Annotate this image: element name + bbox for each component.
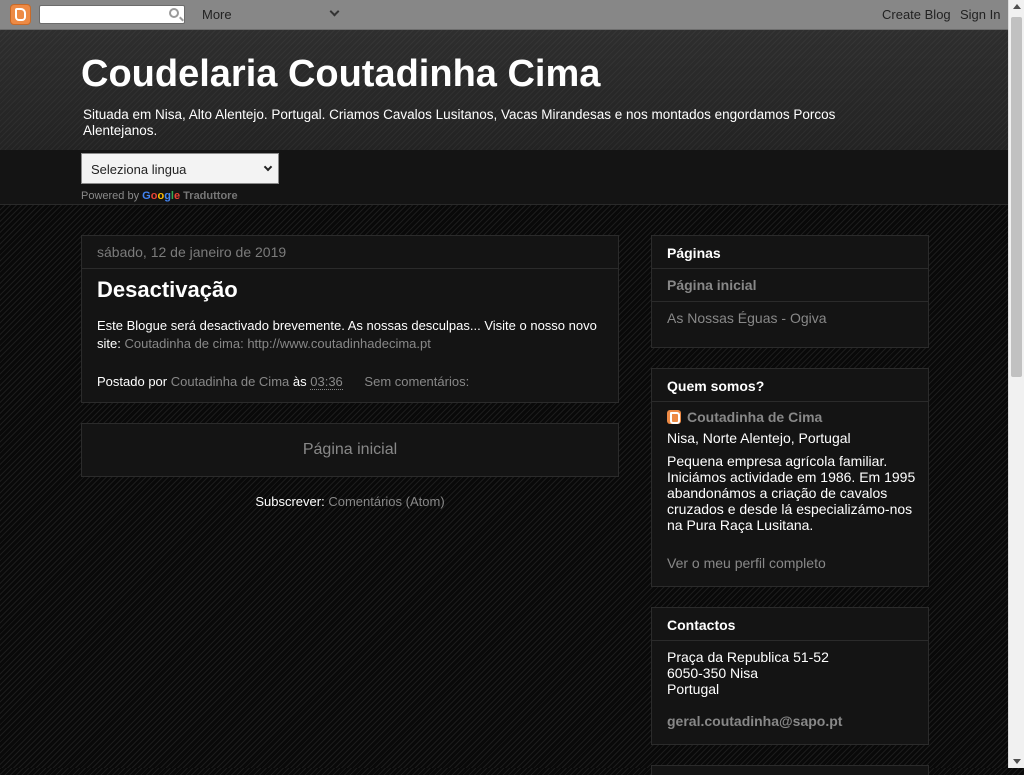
contact-address-line3: Portugal (667, 681, 720, 697)
chevron-down-icon[interactable] (329, 6, 340, 17)
comments-link[interactable]: Sem comentários: (364, 374, 469, 389)
chevron-down-icon (263, 162, 273, 172)
profile-location: Nisa, Norte Alentejo, Portugal (667, 430, 851, 446)
home-link[interactable]: Página inicial (303, 441, 397, 458)
blogger-profile-icon (667, 410, 681, 424)
contact-email-link[interactable]: geral.coutadinha@sapo.pt (667, 713, 842, 729)
post-time-link[interactable]: 03:36 (310, 374, 343, 390)
blog-description: Situada em Nisa, Alto Alentejo. Portugal… (83, 107, 836, 138)
google-logo[interactable]: Google (142, 190, 180, 202)
about-widget: Quem somos? Coutadinha de Cima Nisa, Nor… (651, 368, 929, 587)
at-label: às (292, 374, 307, 389)
create-blog-link[interactable]: Create Blog (882, 7, 951, 22)
next-widget-edge (651, 765, 929, 775)
contact-address-line2: 6050-350 Nisa (667, 665, 759, 681)
traduttore-link[interactable]: Traduttore (183, 190, 237, 202)
scroll-down-arrow-icon[interactable] (1013, 759, 1021, 764)
post-title[interactable]: Desactivação (97, 277, 238, 303)
powered-by-label: Powered by (81, 190, 140, 202)
language-select-value: Seleziona lingua (91, 162, 187, 177)
search-icon[interactable] (169, 8, 179, 18)
scrollbar-thumb[interactable] (1011, 17, 1022, 377)
posted-by-label: Postado por (97, 374, 168, 389)
sign-in-link[interactable]: Sign In (960, 7, 1000, 22)
new-site-link[interactable]: Coutadinha de cima: http://www.coutadinh… (124, 336, 430, 351)
contacts-widget: Contactos Praça da Republica 51-52 6050-… (651, 607, 929, 745)
more-menu[interactable]: More (202, 7, 232, 22)
navbar-search-input[interactable] (39, 5, 185, 24)
contact-address-line1: Praça da Republica 51-52 (667, 649, 829, 665)
page-item-home[interactable]: Página inicial (652, 269, 928, 302)
scroll-up-arrow-icon[interactable] (1013, 4, 1021, 9)
blog-header: Coudelaria Coutadinha Cima Situada em Ni… (0, 30, 1008, 150)
contacts-widget-title: Contactos (652, 608, 928, 641)
pages-widget: Páginas Página inicial As Nossas Éguas -… (651, 235, 929, 348)
post-date: sábado, 12 de janeiro de 2019 (82, 236, 618, 269)
profile-name-text[interactable]: Coutadinha de Cima (687, 409, 822, 425)
post-footer: Postado por Coutadinha de Cima às 03:36 … (97, 374, 469, 390)
powered-by-google: Powered by Google Traduttore (81, 190, 238, 202)
post-body: Este Blogue será desactivado brevemente.… (97, 317, 597, 353)
blogger-logo-icon[interactable] (10, 4, 31, 25)
blogger-navbar: More Create Blog Sign In (0, 0, 1008, 30)
page-item-eguas[interactable]: As Nossas Éguas - Ogiva (652, 302, 928, 335)
vertical-scrollbar[interactable] (1008, 0, 1024, 768)
subscribe-links: Subscrever: Comentários (Atom) (81, 494, 619, 509)
translate-widget: Seleziona lingua Powered by Google Tradu… (0, 150, 1008, 205)
blog-post: sábado, 12 de janeiro de 2019 Desactivaç… (81, 235, 619, 403)
profile-name[interactable]: Coutadinha de Cima (667, 409, 822, 425)
author-link[interactable]: Coutadinha de Cima (171, 374, 290, 389)
about-widget-title: Quem somos? (652, 369, 928, 402)
full-profile-link[interactable]: Ver o meu perfil completo (667, 555, 826, 571)
profile-bio: Pequena empresa agrícola familiar. Inici… (667, 453, 916, 533)
blog-title[interactable]: Coudelaria Coutadinha Cima (81, 53, 600, 96)
language-select[interactable]: Seleziona lingua (81, 153, 279, 184)
subscribe-label: Subscrever: (255, 494, 325, 509)
pages-widget-title: Páginas (652, 236, 928, 269)
blog-pager: Página inicial (81, 423, 619, 477)
atom-feed-link[interactable]: Comentários (Atom) (328, 494, 444, 509)
